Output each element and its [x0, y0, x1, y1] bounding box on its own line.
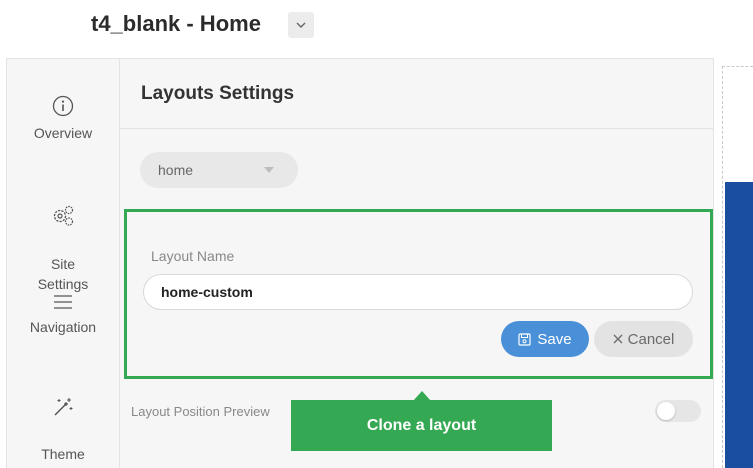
- sidebar-item-theme-settings[interactable]: Theme Settings: [7, 376, 119, 468]
- info-icon: [52, 95, 74, 117]
- sidebar-item-label: Theme Settings: [38, 446, 89, 468]
- cancel-button-label: Cancel: [627, 330, 675, 348]
- page-title: t4_blank - Home: [91, 11, 261, 36]
- layout-position-preview-toggle[interactable]: [655, 400, 701, 422]
- close-icon: [613, 334, 623, 344]
- layout-select-value: home: [158, 162, 194, 178]
- panel-header: Layouts Settings: [120, 59, 713, 129]
- sidebar-item-label: Navigation: [29, 319, 97, 335]
- sidebar-item-label: Overview: [33, 125, 93, 141]
- save-button[interactable]: Save: [501, 321, 589, 357]
- magic-wand-icon: [54, 398, 73, 416]
- preview-area: [725, 182, 753, 468]
- clone-layout-form: Layout Name Save Cancel: [124, 209, 713, 379]
- title-dropdown-button[interactable]: [288, 12, 314, 38]
- floppy-disk-icon: [518, 332, 531, 346]
- toggle-knob: [657, 402, 675, 420]
- caret-down-icon: [264, 167, 274, 173]
- sidebar-item-overview[interactable]: Overview: [7, 95, 119, 143]
- layout-name-input[interactable]: [143, 274, 693, 310]
- left-sidebar: Overview Site Settings Navigation Theme …: [6, 58, 120, 468]
- layout-name-label: Layout Name: [151, 248, 235, 264]
- gears-icon: [53, 205, 74, 226]
- save-button-label: Save: [537, 330, 572, 348]
- sidebar-item-label: Site Settings: [37, 256, 89, 292]
- sidebar-item-navigation[interactable]: Navigation: [7, 293, 119, 337]
- top-bar: t4_blank - Home: [0, 0, 753, 58]
- clone-layout-callout: Clone a layout: [291, 400, 552, 451]
- panel-title: Layouts Settings: [141, 83, 295, 104]
- sidebar-item-site-settings[interactable]: Site Settings: [7, 184, 119, 294]
- menu-icon: [54, 295, 72, 309]
- cancel-button[interactable]: Cancel: [594, 321, 693, 357]
- chevron-down-icon: [296, 22, 306, 28]
- layout-position-preview-label: Layout Position Preview: [131, 404, 270, 419]
- layout-select[interactable]: home: [140, 152, 298, 188]
